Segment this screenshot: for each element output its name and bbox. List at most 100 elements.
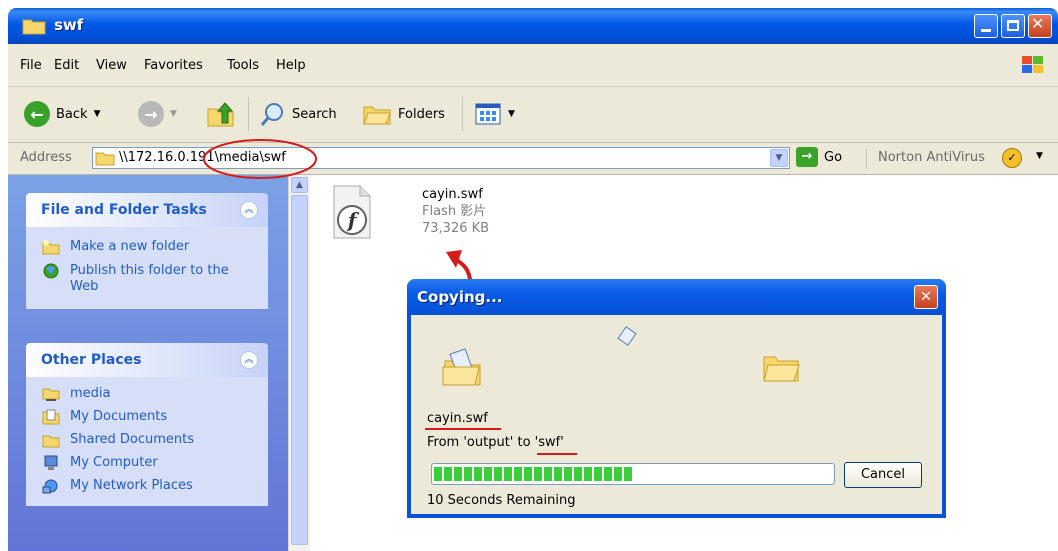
forward-button[interactable]: → ▼ (138, 101, 177, 127)
menu-edit[interactable]: Edit (54, 58, 79, 73)
file-type: Flash 影片 (422, 204, 487, 219)
annotation-underline (425, 428, 501, 430)
toolbar-separator (462, 97, 463, 131)
panel-title: File and Folder Tasks (41, 202, 207, 218)
collapse-icon[interactable]: ︽ (240, 351, 258, 369)
progress-block (484, 467, 492, 481)
progress-fill (434, 467, 632, 481)
back-arrow-icon: ← (24, 101, 50, 127)
menu-favorites[interactable]: Favorites (144, 58, 203, 73)
network-places-icon (42, 479, 58, 494)
dialog-close-button[interactable]: ✕ (914, 285, 938, 309)
place-label: Shared Documents (70, 432, 195, 447)
forward-dropdown-icon[interactable]: ▼ (170, 109, 177, 119)
cancel-button[interactable]: Cancel (844, 462, 922, 488)
copying-dialog: Copying... ✕ cayin.swf From 'output' to … (407, 279, 946, 518)
place-label: My Computer (70, 455, 158, 470)
task-label: Publish this folder to the Web (70, 263, 229, 294)
folders-label: Folders (398, 106, 445, 122)
panel-body: Make a new folder Publish this folder to… (26, 227, 268, 309)
views-dropdown-icon: ▼ (508, 109, 515, 119)
dialog-title: Copying... (417, 288, 503, 306)
network-folder-icon (42, 388, 60, 401)
panel-header[interactable]: File and Folder Tasks ︽ (26, 193, 268, 227)
norton-icon[interactable]: ✓ (1002, 148, 1022, 168)
close-button[interactable]: ✕ (1028, 14, 1052, 38)
progress-block (584, 467, 592, 481)
scroll-thumb[interactable] (291, 195, 308, 545)
panel-title: Other Places (41, 352, 142, 368)
computer-icon (44, 455, 58, 470)
toolbar: ← Back ▼ → ▼ Search Folders ▼ (8, 87, 1058, 143)
maximize-button[interactable] (1001, 14, 1025, 38)
annotation-underline (537, 453, 577, 455)
progress-block (434, 467, 442, 481)
place-item-shared-documents[interactable]: Shared Documents (26, 429, 268, 452)
file-size: 73,326 KB (422, 221, 490, 236)
minimize-button[interactable] (974, 14, 998, 38)
progress-block (594, 467, 602, 481)
address-field[interactable]: \\172.16.0.191\media\swf ▼ (92, 147, 790, 169)
progress-block (534, 467, 542, 481)
menu-help[interactable]: Help (276, 58, 306, 73)
norton-dropdown-icon[interactable]: ▼ (1036, 151, 1043, 161)
place-label: My Documents (70, 409, 168, 424)
back-dropdown-icon[interactable]: ▼ (94, 109, 101, 119)
copy-from-to: From 'output' to 'swf' (427, 435, 564, 450)
up-folder-icon[interactable] (206, 99, 236, 129)
norton-label: Norton AntiVirus (878, 150, 985, 165)
new-folder-icon (42, 240, 60, 255)
folders-button[interactable]: Folders (362, 101, 445, 127)
globe-icon (43, 263, 59, 279)
search-button[interactable]: Search (260, 101, 337, 127)
explorer-window: swf ✕ File Edit View Favorites Tools Hel… (0, 0, 1058, 551)
window-title: swf (54, 16, 84, 34)
place-item-my-documents[interactable]: My Documents (26, 406, 268, 429)
task-item-new-folder[interactable]: Make a new folder (26, 235, 268, 259)
task-label: Make a new folder (70, 239, 190, 254)
folders-icon (363, 106, 391, 125)
panel-header[interactable]: Other Places ︽ (26, 343, 268, 377)
task-item-publish[interactable]: Publish this folder to the Web (26, 259, 268, 299)
folder-icon (95, 152, 115, 166)
progress-block (554, 467, 562, 481)
place-item-my-computer[interactable]: My Computer (26, 452, 268, 475)
progress-block (514, 467, 522, 481)
back-button[interactable]: ← Back ▼ (24, 101, 100, 127)
menu-tools[interactable]: Tools (227, 58, 259, 73)
collapse-icon[interactable]: ︽ (240, 201, 258, 219)
copy-progress-bar (431, 463, 835, 485)
documents-icon (42, 409, 60, 425)
search-label: Search (292, 106, 337, 122)
progress-block (604, 467, 612, 481)
progress-block (614, 467, 622, 481)
progress-block (504, 467, 512, 481)
address-bar: Address \\172.16.0.191\media\swf ▼ → Go … (8, 143, 1058, 175)
menu-view[interactable]: View (96, 58, 127, 73)
dialog-title-bar[interactable]: Copying... ✕ (407, 279, 946, 315)
title-bar[interactable]: swf ✕ (8, 8, 1058, 44)
go-label: Go (824, 149, 843, 165)
progress-block (564, 467, 572, 481)
progress-block (544, 467, 552, 481)
progress-block (494, 467, 502, 481)
annotation-ellipse (203, 139, 317, 179)
place-item-media[interactable]: media (26, 383, 268, 406)
search-icon (260, 103, 283, 126)
menu-file[interactable]: File (20, 58, 42, 73)
flash-file-icon[interactable]: f (328, 184, 376, 242)
address-label: Address (20, 150, 72, 165)
go-button[interactable]: → Go (796, 147, 842, 167)
progress-block (624, 467, 632, 481)
panel-body: media My Documents Shared Documents My C… (26, 377, 268, 506)
progress-block (444, 467, 452, 481)
views-button[interactable]: ▼ (474, 101, 515, 127)
progress-block (454, 467, 462, 481)
address-dropdown-icon[interactable]: ▼ (770, 149, 788, 167)
task-pane-scrollbar[interactable]: ▲ (288, 175, 311, 551)
file-item-details[interactable]: cayin.swf Flash 影片 73,326 KB (422, 186, 489, 237)
destination-folder-icon (763, 356, 800, 382)
place-item-my-network-places[interactable]: My Network Places (26, 475, 268, 498)
dialog-body: cayin.swf From 'output' to 'swf' Cancel … (411, 315, 942, 514)
back-label: Back (56, 106, 88, 122)
